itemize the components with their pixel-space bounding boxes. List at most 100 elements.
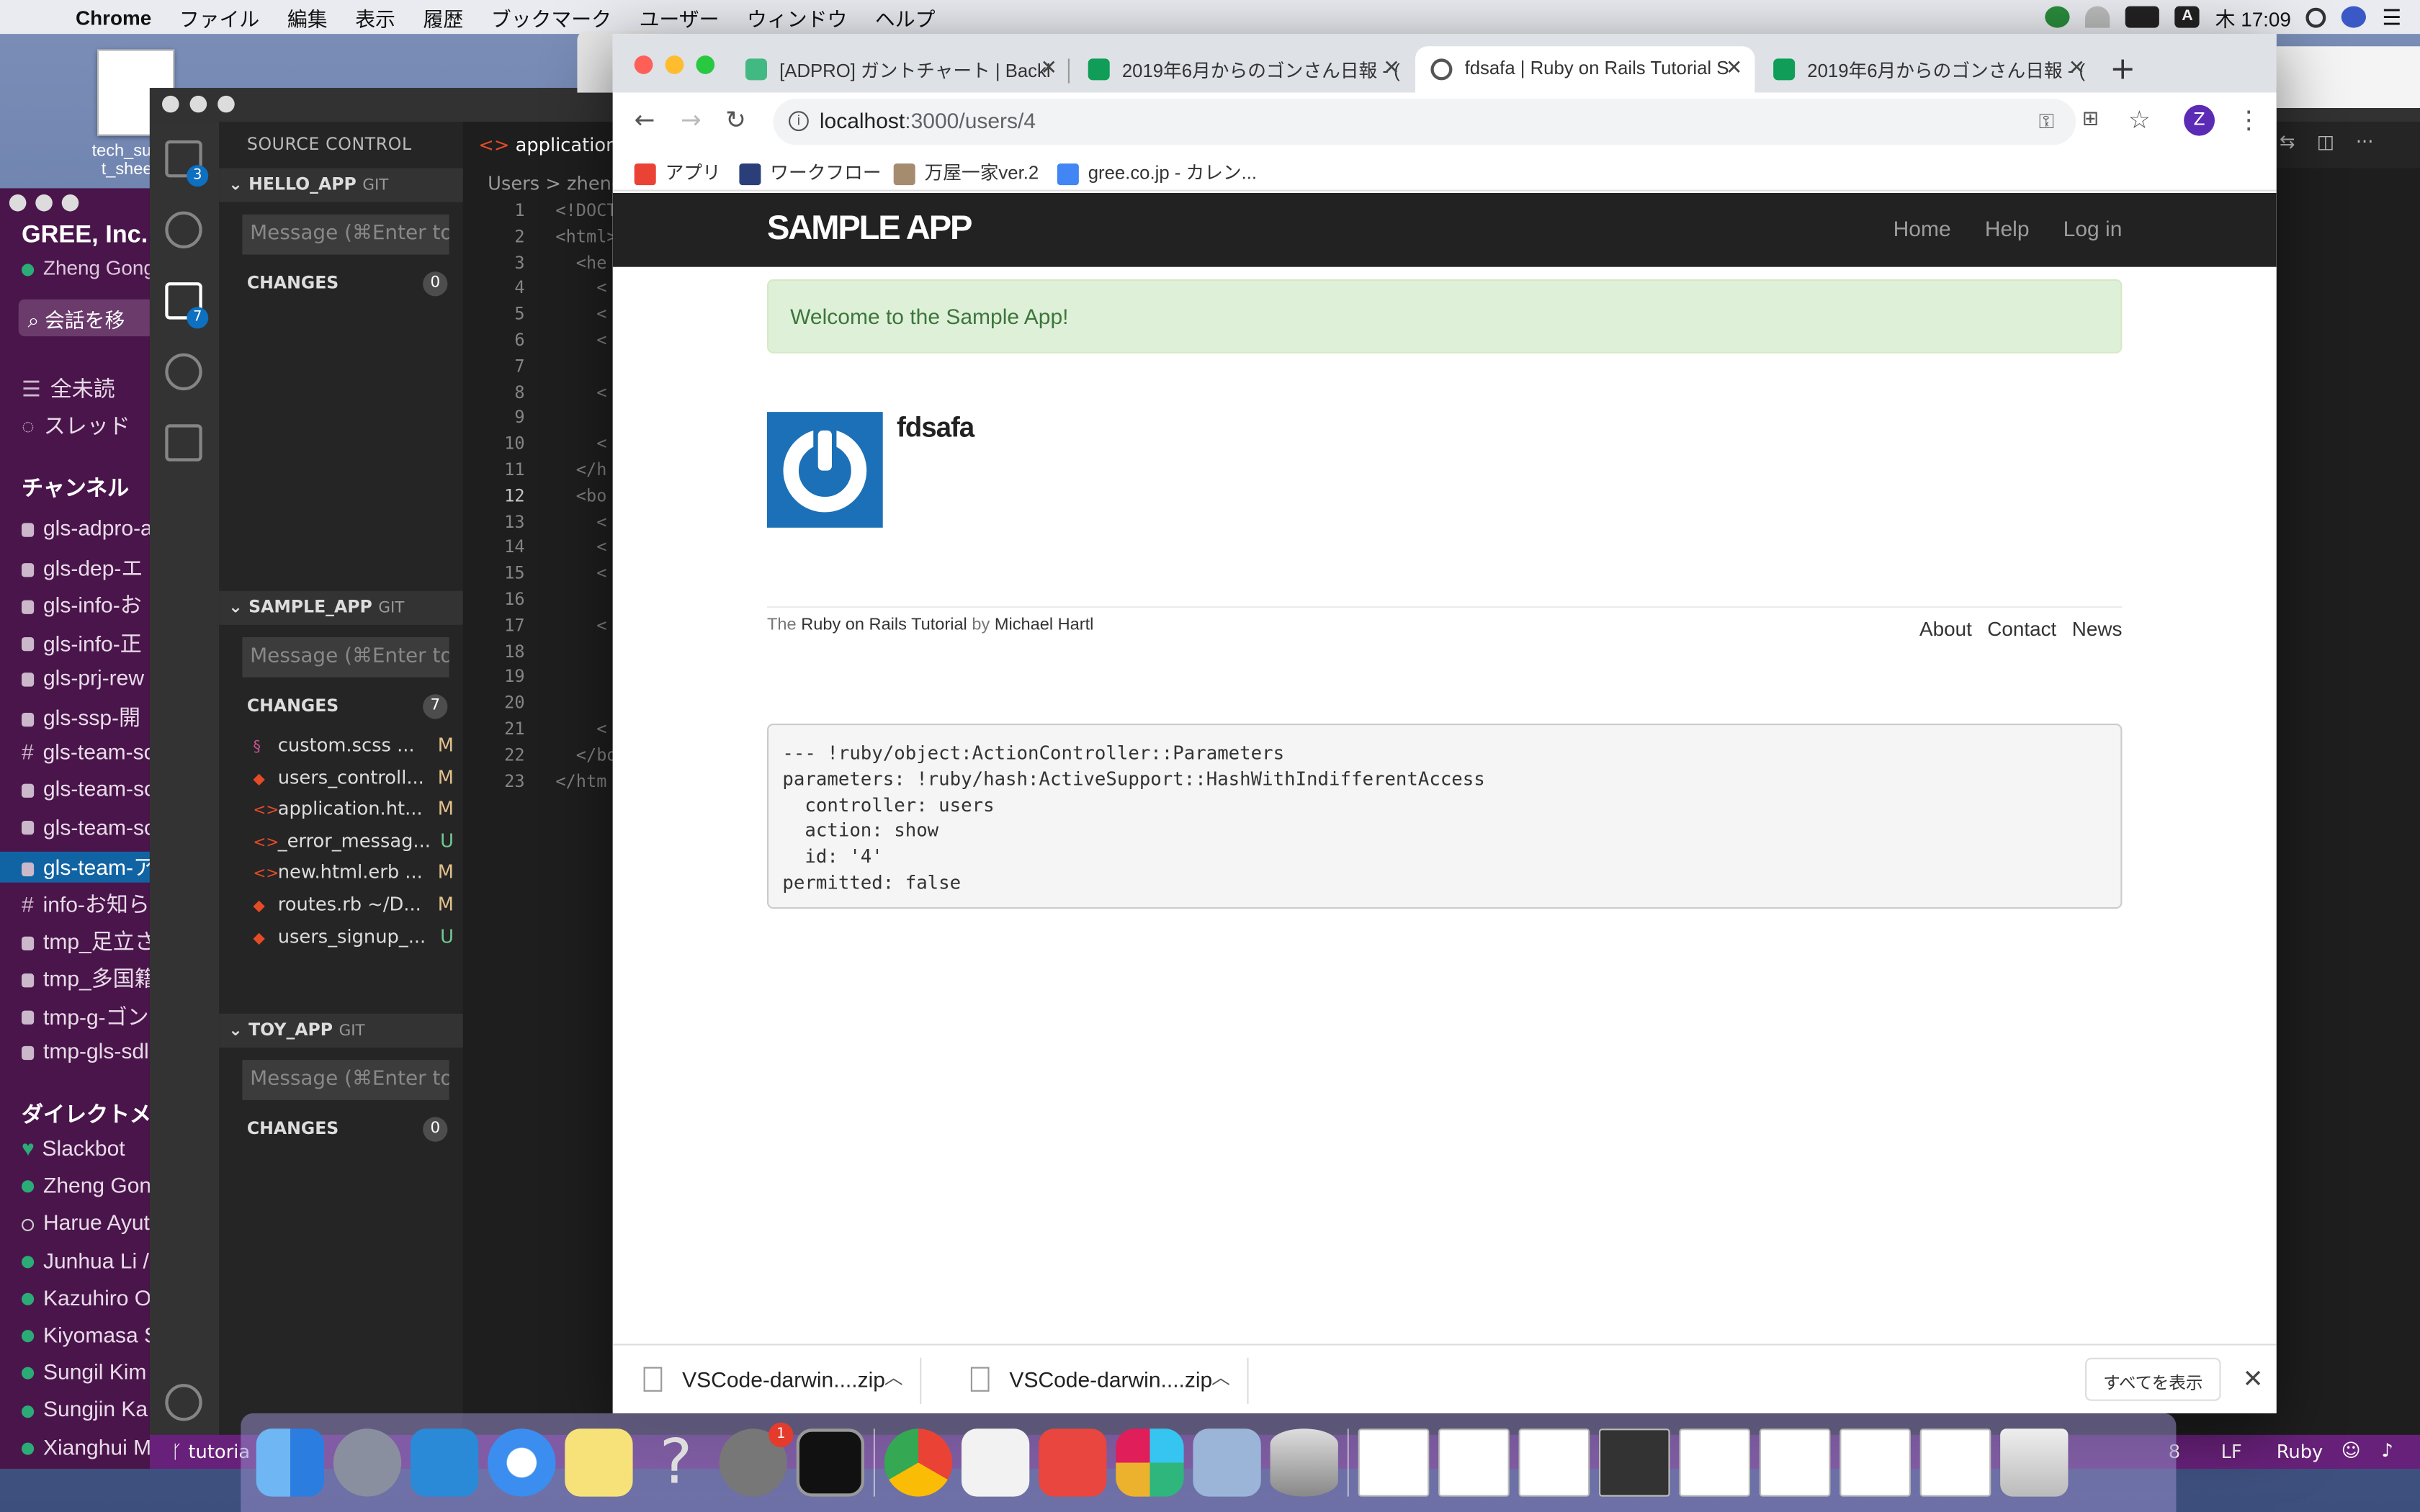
threads[interactable]: ◌ スレッド <box>22 410 130 441</box>
bookmark-star-icon[interactable]: ☆ <box>2128 105 2151 135</box>
branch-indicator[interactable]: ᚴ tutoria <box>171 1441 250 1462</box>
preview-icon[interactable] <box>1193 1428 1261 1497</box>
minimize-window-button[interactable] <box>189 95 207 113</box>
current-user[interactable]: Zheng Gong <box>22 256 155 279</box>
dm-item[interactable]: Junhua Li / <box>22 1248 149 1272</box>
site-logo[interactable]: SAMPLE APP <box>767 208 972 248</box>
textedit-icon[interactable] <box>962 1428 1030 1497</box>
channel-item[interactable]: gls-info-正 <box>22 627 142 658</box>
browser-tab[interactable]: [ADPRO] ガントチャート | Backl ✕ <box>730 46 1070 92</box>
notes-icon[interactable] <box>565 1428 633 1497</box>
close-tab-icon[interactable]: ✕ <box>1726 55 1742 80</box>
document-thumbnail[interactable] <box>1358 1428 1430 1497</box>
timer-icon[interactable] <box>1039 1428 1107 1497</box>
back-icon[interactable]: ← <box>635 105 655 135</box>
dm-item[interactable]: Harue Ayut <box>22 1210 150 1235</box>
debug-icon[interactable] <box>165 353 202 391</box>
document-thumbnail[interactable] <box>1518 1428 1590 1497</box>
menu-kebab-icon[interactable]: ⋮ <box>2236 105 2261 135</box>
minimize-window-button[interactable] <box>35 194 53 212</box>
site-info-icon[interactable]: i <box>789 111 809 132</box>
repo-header[interactable]: ⌄ HELLO_APP GIT <box>219 168 463 202</box>
footer-contact-link[interactable]: Contact <box>1987 617 2056 640</box>
more-actions-icon[interactable]: ··· <box>2356 131 2374 153</box>
menu-history[interactable]: 履歴 <box>409 2 477 32</box>
code-content[interactable]: <!DOCT <html> <he < < < < < </h <bo < < <… <box>555 199 617 795</box>
chevron-up-icon[interactable]: ︿ <box>884 1364 903 1390</box>
changed-file[interactable]: ◆ users_controll... M <box>253 766 454 788</box>
changed-file[interactable]: ◆ routes.rb ~/D... M <box>253 894 454 915</box>
dm-item[interactable]: Sungjin Ka <box>22 1397 148 1421</box>
chevron-up-icon[interactable]: ︿ <box>1211 1364 1230 1390</box>
commit-message-input[interactable]: Message (⌘Enter to <box>242 214 449 255</box>
slack-icon[interactable] <box>1116 1428 1184 1497</box>
close-tab-icon[interactable]: ✕ <box>1383 55 1399 80</box>
wifi-icon[interactable] <box>2085 6 2110 28</box>
git-compare-icon[interactable]: ⇆ <box>2280 131 2295 153</box>
document-thumbnail[interactable] <box>1599 1428 1670 1497</box>
menu-file[interactable]: ファイル <box>166 2 274 32</box>
document-thumbnail[interactable] <box>1759 1428 1831 1497</box>
footer-about-link[interactable]: About <box>1919 617 1972 640</box>
search-icon[interactable] <box>165 211 202 248</box>
close-tab-icon[interactable]: ✕ <box>2069 55 2085 80</box>
vscode-icon[interactable] <box>411 1428 479 1497</box>
terminal-icon[interactable] <box>796 1428 864 1497</box>
channel-item[interactable]: gls-info-お <box>22 590 142 621</box>
address-bar[interactable]: i localhost:3000/users/4 ⚿ <box>773 99 2076 145</box>
close-window-button[interactable] <box>162 95 179 113</box>
siri-icon[interactable] <box>2341 6 2367 28</box>
channel-item[interactable]: gls-adpro-a <box>22 516 153 540</box>
bookmark-item[interactable]: 万屋一家ver.2 <box>893 159 1039 185</box>
dm-item[interactable]: Kazuhiro O <box>22 1285 151 1310</box>
bookmark-item[interactable]: ワークフロー <box>739 159 882 185</box>
zoom-window-button[interactable] <box>696 55 715 74</box>
channel-item[interactable]: tmp_足立さ <box>22 926 156 957</box>
system-preferences-icon[interactable]: 1 <box>719 1422 794 1497</box>
menu-edit[interactable]: 編集 <box>274 2 341 32</box>
menu-bookmarks[interactable]: ブックマーク <box>478 2 626 32</box>
author-link[interactable]: Michael Hartl <box>995 616 1094 634</box>
feedback-icon[interactable]: ☺ <box>2341 1439 2361 1461</box>
key-icon[interactable]: ⚿ <box>2039 109 2054 134</box>
changed-file[interactable]: <>new.html.erb ... M <box>253 862 454 883</box>
split-editor-icon[interactable]: ◫ <box>2317 131 2334 153</box>
eol-indicator[interactable]: LF <box>2221 1441 2242 1462</box>
new-tab-button[interactable]: + <box>2110 50 2136 86</box>
menu-view[interactable]: 表示 <box>341 2 409 32</box>
tutorial-link[interactable]: Ruby on Rails Tutorial <box>801 616 967 634</box>
profile-avatar[interactable]: Z <box>2184 104 2215 136</box>
menu-user[interactable]: ユーザー <box>625 2 732 32</box>
launchpad-icon[interactable] <box>333 1428 402 1497</box>
changed-file[interactable]: ◆ users_signup_... U <box>253 925 454 947</box>
browser-tab[interactable]: 2019年6月からのゴンさん日報 - (✕ <box>1072 46 1412 92</box>
menu-app-name[interactable]: Chrome <box>62 6 166 29</box>
close-window-button[interactable] <box>634 55 653 74</box>
channel-item[interactable]: # info-お知ら <box>22 888 150 919</box>
changes-group[interactable]: CHANGES 7 <box>247 694 448 719</box>
browser-tab[interactable]: 2019年6月からのゴンさん日報 - (✕ <box>1758 46 2097 92</box>
nav-home-link[interactable]: Home <box>1894 216 1951 240</box>
chrome-icon[interactable] <box>884 1428 953 1497</box>
grammarly-icon[interactable] <box>2045 6 2071 28</box>
safari-icon[interactable] <box>488 1428 556 1497</box>
changes-group[interactable]: CHANGES 0 <box>247 271 448 297</box>
channel-item[interactable]: tmp-gls-sdl <box>22 1038 149 1063</box>
browser-tab[interactable]: fdsafa | Ruby on Rails Tutorial S ✕ <box>1415 46 1755 93</box>
forward-icon[interactable]: → <box>681 105 702 135</box>
footer-news-link[interactable]: News <box>2072 617 2123 640</box>
breadcrumb[interactable]: Users > zheng <box>488 173 623 194</box>
zoom-window-button[interactable] <box>61 194 79 212</box>
channel-item[interactable]: gls-ssp-開 <box>22 702 140 733</box>
nav-help-link[interactable]: Help <box>1985 216 2030 240</box>
editor-tab-application[interactable]: <> application.h <box>462 122 635 168</box>
close-window-button[interactable] <box>9 194 27 212</box>
document-thumbnail[interactable] <box>1438 1428 1510 1497</box>
changed-file[interactable]: § custom.scss ... M <box>253 734 454 756</box>
dm-item[interactable]: Sungil Kim <box>22 1359 146 1385</box>
close-icon[interactable]: ✕ <box>2243 1364 2264 1395</box>
dm-item[interactable]: Zheng Gon <box>22 1173 151 1197</box>
channels-header[interactable]: チャンネル <box>22 472 129 503</box>
changed-file[interactable]: <>_error_messag... U <box>253 829 454 851</box>
channel-item[interactable]: gls-team-sc <box>22 814 155 839</box>
